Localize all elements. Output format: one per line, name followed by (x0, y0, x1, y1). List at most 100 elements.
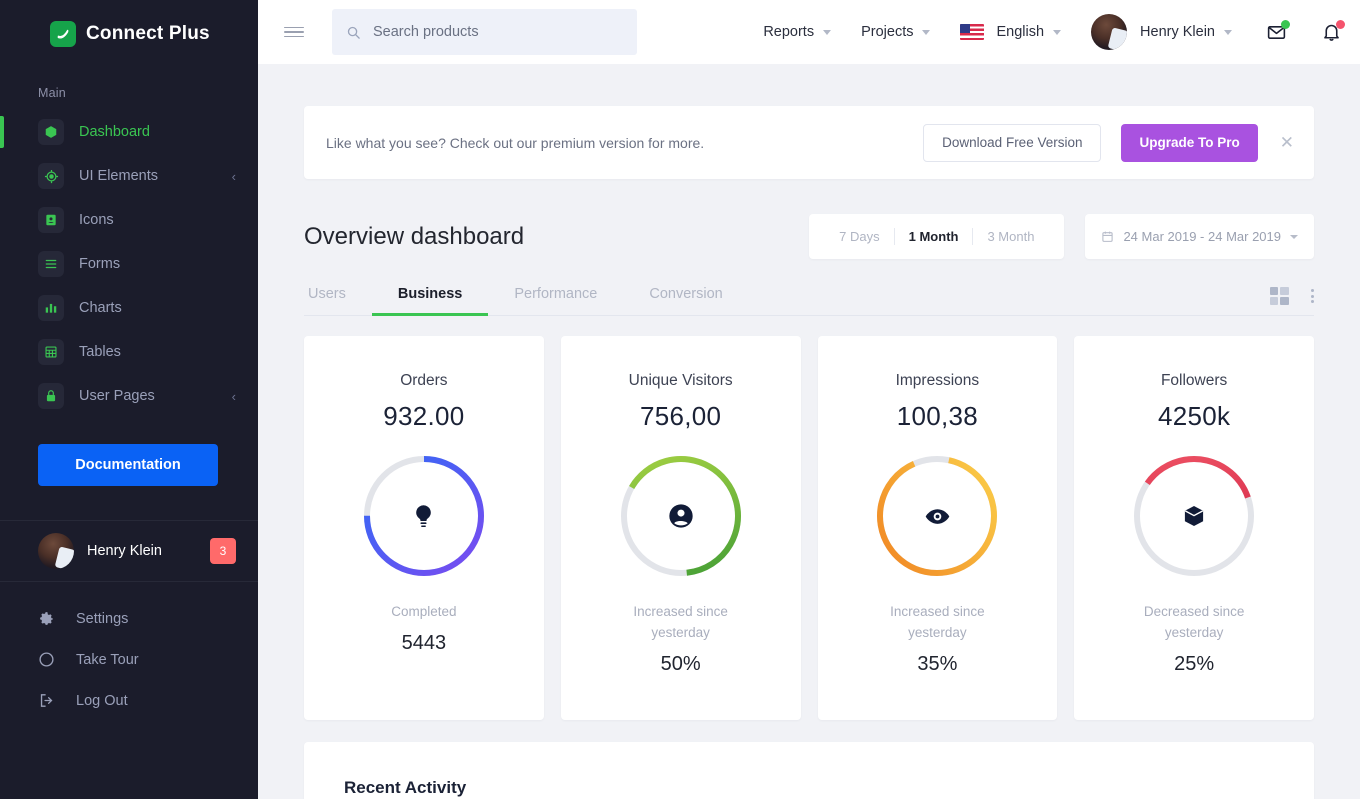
lock-icon (38, 383, 64, 409)
sidebar-user-name: Henry Klein (87, 543, 162, 559)
sidebar: Connect Plus Main Dashboard UI Elements (0, 0, 258, 799)
sidebar-item-label: Charts (79, 300, 122, 316)
search-icon (346, 25, 361, 40)
sidebar-item-charts[interactable]: Charts (0, 286, 258, 330)
cube-icon (38, 119, 64, 145)
sidebar-item-label: UI Elements (79, 168, 158, 184)
sidebar-user-box[interactable]: Henry Klein 3 (0, 520, 258, 582)
period-7-days[interactable]: 7 Days (825, 229, 893, 244)
menu-reports-label: Reports (763, 24, 815, 40)
bar-chart-icon (38, 295, 64, 321)
bell-icon[interactable] (1321, 19, 1345, 43)
sidebar-item-log-out[interactable]: Log Out (0, 680, 258, 721)
layout-grid-icon[interactable] (1270, 287, 1289, 305)
card-title: Followers (1160, 372, 1228, 389)
chevron-down-icon (922, 29, 931, 35)
tab-business[interactable]: Business (371, 286, 489, 316)
search-box[interactable] (332, 9, 637, 55)
card-value: 4250k (1157, 401, 1231, 431)
card-title: Orders (400, 372, 448, 389)
brand-name: Connect Plus (86, 23, 210, 44)
sidebar-section-label: Main (38, 86, 66, 100)
avatar (38, 533, 74, 569)
download-free-version-button[interactable]: Download Free Version (923, 123, 1102, 162)
gauge-impressions (873, 452, 1001, 580)
notification-badge: 3 (210, 538, 236, 564)
period-1-month[interactable]: 1 Month (895, 229, 973, 244)
upgrade-to-pro-button[interactable]: Upgrade To Pro (1121, 123, 1258, 162)
period-3-month[interactable]: 3 Month (973, 229, 1048, 244)
mail-icon[interactable] (1266, 19, 1290, 43)
language-label: English (996, 24, 1045, 40)
contact-card-icon (38, 207, 64, 233)
app-root: Connect Plus Main Dashboard UI Elements (0, 0, 1360, 799)
target-icon (38, 163, 64, 189)
sidebar-item-dashboard[interactable]: Dashboard (0, 110, 258, 154)
avatar (1091, 14, 1128, 50)
card-title: Unique Visitors (628, 372, 733, 389)
lightbulb-icon (360, 452, 488, 580)
metric-card-unique-visitors: Unique Visitors 756,00 Increased since y… (560, 336, 801, 720)
hamburger-icon[interactable] (284, 26, 304, 38)
menu-projects[interactable]: Projects (861, 24, 931, 40)
card-subtitle: Increased since yesterday (633, 604, 728, 640)
sidebar-footer-nav: Settings Take Tour Log Out (0, 582, 258, 721)
promo-text: Like what you see? Check out our premium… (326, 134, 705, 151)
sidebar-item-settings[interactable]: Settings (0, 598, 258, 639)
tab-users[interactable]: Users (304, 286, 372, 315)
date-range-label: 24 Mar 2019 - 24 Mar 2019 (1123, 229, 1281, 244)
topbar-right: Reports Projects English Henry Klein (733, 14, 1345, 50)
language-selector[interactable]: English (960, 24, 1062, 40)
card-value: 756,00 (639, 401, 722, 431)
range-controls: 7 Days 1 Month 3 Month 24 Mar 2019 - 24 … (809, 214, 1314, 259)
sidebar-footer-label: Take Tour (76, 651, 139, 668)
documentation-button[interactable]: Documentation (38, 444, 218, 486)
chevron-down-icon (1053, 29, 1062, 35)
sidebar-item-label: Icons (79, 212, 114, 228)
sidebar-item-icons[interactable]: Icons (0, 198, 258, 242)
tab-conversion[interactable]: Conversion (623, 286, 748, 315)
recent-activity-title: Recent Activity (344, 778, 467, 797)
user-circle-icon (617, 452, 745, 580)
tab-bar-actions (1270, 287, 1314, 315)
sidebar-footer-label: Settings (76, 610, 129, 627)
card-footer-value: 5443 (401, 631, 447, 654)
user-menu[interactable]: Henry Klein (1091, 14, 1232, 50)
sidebar-item-ui-elements[interactable]: UI Elements ‹ (0, 154, 258, 198)
documentation-wrap: Documentation (0, 418, 258, 486)
list-icon (38, 251, 64, 277)
mail-status-dot (1281, 19, 1290, 29)
card-value: 100,38 (896, 401, 979, 431)
card-footer-value: 35% (917, 652, 958, 675)
period-segmented-control: 7 Days 1 Month 3 Month (809, 214, 1065, 259)
calendar-icon (1101, 230, 1114, 243)
content-scroll: Like what you see? Check out our premium… (258, 64, 1360, 799)
eye-icon (873, 452, 1001, 580)
menu-reports[interactable]: Reports (763, 24, 832, 40)
card-value: 932.00 (383, 401, 465, 431)
brand-logo[interactable]: Connect Plus (0, 0, 258, 68)
page-title: Overview dashboard (304, 222, 525, 250)
sidebar-item-user-pages[interactable]: User Pages ‹ (0, 374, 258, 418)
sidebar-item-label: Tables (79, 344, 121, 360)
card-title: Impressions (895, 372, 980, 389)
close-icon[interactable]: ✕ (1280, 134, 1294, 151)
card-footer-value: 50% (660, 652, 701, 675)
recent-activity-card: Recent Activity (304, 742, 1314, 799)
tab-performance[interactable]: Performance (488, 286, 623, 315)
topbar-user-name: Henry Klein (1140, 24, 1215, 40)
card-subtitle: Increased since yesterday (890, 604, 985, 640)
card-subtitle: Decreased since yesterday (1143, 604, 1245, 640)
tab-bar: Users Business Performance Conversion (304, 286, 1314, 316)
page-header: Overview dashboard 7 Days 1 Month 3 Mont… (304, 214, 1314, 259)
search-input[interactable] (373, 24, 623, 40)
more-vertical-icon[interactable] (1311, 289, 1314, 303)
sidebar-item-tables[interactable]: Tables (0, 330, 258, 374)
chevron-down-icon (1290, 234, 1298, 239)
chevron-down-icon (1224, 29, 1232, 35)
sidebar-item-forms[interactable]: Forms (0, 242, 258, 286)
cube-solid-icon (1130, 452, 1258, 580)
metric-card-impressions: Impressions 100,38 Increased since yeste… (817, 336, 1058, 720)
sidebar-item-take-tour[interactable]: Take Tour (0, 639, 258, 680)
date-range-picker[interactable]: 24 Mar 2019 - 24 Mar 2019 (1085, 214, 1314, 259)
